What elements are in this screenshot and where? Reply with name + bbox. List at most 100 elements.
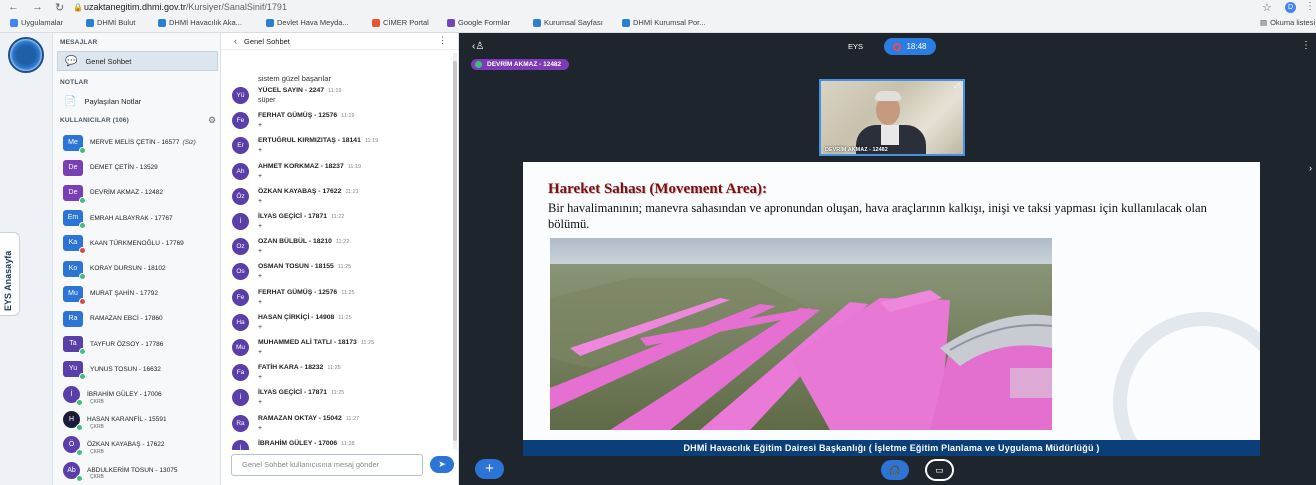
status-icon [79,146,86,154]
shared-notes-item[interactable]: 📄 Paylaşılan Notlar [57,91,218,111]
camera-button[interactable]: ▭ [925,459,954,481]
user-list-item[interactable]: Ka KAAN TÜRKMENOĞLU - 17769 [57,231,217,256]
watermark-seal [1113,312,1260,456]
user-list-item[interactable]: Mu MURAT ŞAHİN - 17792 [57,281,217,306]
more-options-icon[interactable]: ⋮ [438,35,447,46]
messages-section-title: MESAJLAR [60,39,98,46]
bookmark-favicon-icon [266,18,274,27]
recording-timer[interactable]: 18:48 [884,38,936,55]
chat-bubble-icon: 💬 [65,55,78,67]
status-icon [79,373,86,381]
user-list-item[interactable]: Ra RAMAZAN EBCİ - 17860 [57,306,217,331]
presenter-name: DEVRİM AKMAZ - 12482 [487,61,562,68]
webcam-label: DEVRİM AKMAZ - 12482 [825,147,888,153]
avatar-initials: Ta [69,340,77,348]
avatar: Ha [232,313,249,331]
reload-icon[interactable]: ↻ [55,1,64,14]
user-list-item[interactable]: De DEVRİM AKMAZ - 12482 [57,180,217,205]
bookmark-item[interactable]: DHMİ Bulut [86,18,135,27]
user-list-item[interactable]: De DEMET ÇETİN - 13529 [57,155,217,180]
chat-message: Oz OZAN BÜLBÜL - 18210 11:22 + [221,235,453,260]
url-bar[interactable]: uzaktanegitim.dhmi.gov.tr/Kursiyer/Sanal… [84,2,287,12]
webcam-video[interactable]: ⤢ DEVRİM AKMAZ - 12482 [819,79,965,156]
add-button[interactable]: + [475,459,504,479]
user-list-item[interactable]: Ko KORAY DURSUN - 18102 [57,256,217,281]
meeting-area: ‹♙ EYS 18:48 ⋮ DEVRİM AKMAZ - 12482 ⤢ DE… [459,33,1316,485]
user-list-item[interactable]: H HASAN KARANFİL - 15591 ÇKRB [57,407,217,432]
status-icon [79,222,86,230]
genel-sohbet-item[interactable]: 💬 Genel Sohbet [57,51,218,71]
avatar: Ah [232,162,249,180]
user-list-item[interactable]: Yu YUNUS TOSUN - 16632 [57,357,217,382]
avatar: Ab [63,461,83,482]
user-list-item[interactable]: Em EMRAH ALBAYRAK - 17767 [57,206,217,231]
message-author: OSMAN TOSUN - 18155 [258,263,334,271]
reading-list-label: Okuma listesi [1270,18,1316,27]
message-author: FERHAT GÜMÜŞ - 12576 [258,288,338,296]
bookmarks-bar: Uygulamalar DHMİ Bulut DHMİ Havacılık Aka.… [0,15,1316,32]
audio-button[interactable]: 🎧 [881,460,909,480]
chat-message-input[interactable]: Genel Sohbet kullanıcısına mesaj gönder [231,454,423,476]
chat-scrollbar[interactable] [453,53,457,449]
chat-message: Er ERTUĞRUL KIRMIZITAŞ - 18141 11:19 + [221,134,453,159]
message-text: + [258,147,263,155]
reading-list-button[interactable]: ▤ Okuma listesi [1260,18,1315,27]
bookmark-item[interactable]: Uygulamalar [10,18,63,27]
user-name-wrap: HASAN KARANFİL - 15591 [87,416,167,423]
message-time: 11:22 [331,214,345,220]
user-name-wrap: DEMET ÇETİN - 13529 [90,164,158,171]
message-header: OSMAN TOSUN - 18155 11:25 [258,263,351,270]
message-text: + [258,122,263,130]
avatar: Fe [232,112,249,130]
status-icon [76,398,83,406]
message-text: + [258,248,263,256]
camera-icon: ▭ [935,465,944,475]
user-name: TAYFUR ÖZSOY - 17786 [90,340,164,348]
avatar: İ [232,439,249,450]
forward-icon[interactable]: → [32,1,43,13]
send-button[interactable]: ➤ [430,456,454,473]
eys-home-tab[interactable]: EYS Anasayfa [0,232,20,316]
user-list-item[interactable]: Me MERVE MELİS ÇETİN - 16577 (Siz) [57,130,217,155]
user-list-item[interactable]: İ İBRAHİM GÜLEY - 17006 ÇKRB [57,382,217,407]
avatar-initials: Em [67,214,79,222]
user-list-toggle-icon[interactable]: ‹♙ [472,41,484,52]
bookmark-item[interactable]: DHMİ Kurumsal Por... [622,18,706,27]
user-list-item[interactable]: Ab ABDULKERİM TOSUN - 13075 ÇKRB [57,457,217,482]
gear-icon[interactable]: ⚙ [208,115,216,126]
user-list-item[interactable]: Ta TAYFUR ÖZSOY - 17786 [57,332,217,357]
message-time: 11:22 [335,239,350,246]
bookmark-item[interactable]: CİMER Portal [372,18,429,27]
user-name-wrap: TAYFUR ÖZSOY - 17786 [90,341,163,348]
chevron-left-icon[interactable]: ‹ [234,36,237,46]
message-text: sistem güzel başarılar [258,74,331,83]
message-time: 11:28 [341,440,355,447]
profile-avatar[interactable]: D [1285,2,1296,13]
chevron-right-icon[interactable]: › [1309,163,1312,173]
address-row: ← → ↻ 🔒 uzaktanegitim.dhmi.gov.tr/Kursiy… [0,0,1316,15]
avatar: İ [232,389,249,407]
send-icon: ➤ [438,459,446,469]
message-text: + [258,197,263,205]
bookmark-star-icon[interactable]: ☆ [1262,1,1272,14]
message-header: YÜCEL SAYIN - 2247 11:19 [258,87,341,94]
message-text: + [258,298,263,306]
bookmark-label: DHMİ Havacılık Aka... [169,18,242,27]
bookmark-item[interactable]: Google Formlar [447,18,510,27]
avatar-initials: Ra [68,314,78,322]
browser-chrome: ← → ↻ 🔒 uzaktanegitim.dhmi.gov.tr/Kursiy… [0,0,1316,33]
bookmark-favicon-icon [622,18,630,27]
bookmark-favicon-icon [447,18,455,27]
bookmark-item[interactable]: Devlet Hava Meyda... [266,18,349,27]
back-icon[interactable]: ← [8,1,19,13]
bookmark-item[interactable]: DHMİ Havacılık Aka... [158,18,242,27]
browser-menu-icon[interactable]: ⋮ [1305,1,1315,12]
message-text: + [258,323,263,331]
user-list-item[interactable]: Ö ÖZKAN KAYABAŞ - 17622 ÇKRB [57,432,217,457]
fullscreen-icon[interactable]: ⤢ [954,83,960,91]
bookmark-item[interactable]: Kurumsal Sayfası [533,18,603,27]
message-author: OZAN BÜLBÜL - 18210 [258,238,332,246]
dhmi-logo[interactable] [8,37,44,73]
meeting-options-icon[interactable]: ⋮ [1301,40,1311,51]
bookmark-favicon-icon [533,18,541,27]
